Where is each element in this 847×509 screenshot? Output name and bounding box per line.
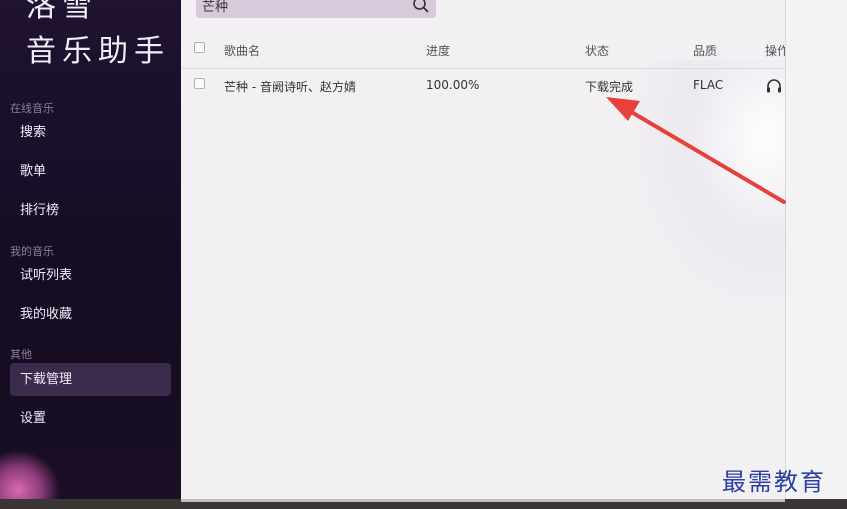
- header-quality: 品质: [693, 44, 718, 58]
- header-song: 歌曲名: [224, 44, 261, 58]
- section-online-music: 在线音乐: [10, 102, 54, 115]
- window-background: [785, 0, 847, 509]
- song-name: 芒种 - 音阙诗听、赵方婧: [224, 80, 356, 94]
- header-progress: 进度: [426, 44, 451, 58]
- sidebar-item-charts[interactable]: 排行榜: [10, 194, 171, 227]
- app-title-line1: 洛雪: [26, 0, 98, 24]
- panel-bottom-edge: [181, 499, 785, 502]
- download-progress: 100.00%: [426, 78, 480, 92]
- section-my-music: 我的音乐: [10, 245, 54, 258]
- table-row[interactable]: 芒种 - 音阙诗听、赵方婧 100.00% 下载完成 FLAC: [181, 74, 785, 98]
- header-actions: 操作: [765, 44, 785, 58]
- search-icon[interactable]: [412, 0, 430, 14]
- sidebar-item-search[interactable]: 搜索: [10, 116, 171, 149]
- watermark-text: 最需教育: [722, 468, 826, 496]
- lotus-decoration: [0, 450, 60, 500]
- sidebar-item-downloads[interactable]: 下载管理: [10, 363, 171, 396]
- header-divider: [181, 68, 785, 69]
- taskbar-edge: [0, 499, 847, 509]
- app-title-line2: 音乐助手: [26, 34, 170, 69]
- download-panel: 芒种 歌曲名 进度 状态 品质 操作 芒种 - 音阙诗听、赵方婧 100.00%…: [181, 0, 785, 499]
- sidebar: 洛雪 音乐助手 在线音乐 搜索 歌单 排行榜 我的音乐 试听列表 我的收藏 其他…: [0, 0, 181, 500]
- search-bar[interactable]: 芒种: [196, 0, 436, 18]
- row-checkbox[interactable]: [194, 78, 205, 89]
- headphone-icon[interactable]: [766, 79, 782, 93]
- header-status: 状态: [585, 44, 610, 58]
- sidebar-item-preview-list[interactable]: 试听列表: [10, 259, 171, 292]
- song-quality: FLAC: [693, 78, 724, 92]
- section-other: 其他: [10, 348, 32, 361]
- search-input[interactable]: 芒种: [202, 0, 228, 15]
- download-status: 下载完成: [585, 80, 634, 94]
- sidebar-item-playlists[interactable]: 歌单: [10, 155, 171, 188]
- sidebar-item-favorites[interactable]: 我的收藏: [10, 298, 171, 331]
- sidebar-item-settings[interactable]: 设置: [10, 402, 171, 435]
- table-header: 歌曲名 进度 状态 品质 操作: [181, 38, 785, 62]
- select-all-checkbox[interactable]: [194, 42, 205, 53]
